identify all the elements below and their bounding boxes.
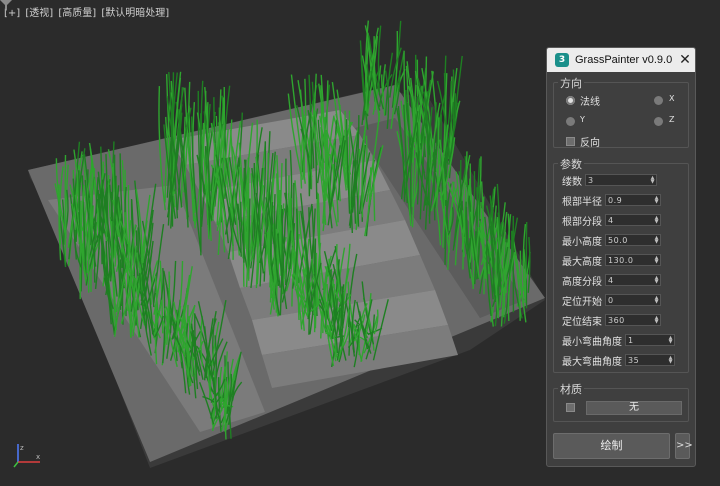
reverse-label: 反向 [580,138,600,149]
material-group-label: 材质 [558,381,584,397]
panel-titlebar[interactable]: 3 GrassPainter v0.9.0 ✕ [547,48,695,72]
radio-normal[interactable] [566,96,575,105]
param-label: 最大高度 [562,256,602,268]
radio-x-label: X [669,94,675,103]
grass-blade [64,155,67,237]
param-label: 定位开始 [562,296,602,308]
param-row-height-segments: 高度分段 4 ▲ ▼ [562,273,661,288]
orient-end-spinner[interactable]: 360 ▲ ▼ [605,314,661,326]
orient-start-spinner[interactable]: 0 ▲ ▼ [605,294,661,306]
radio-normal-label: 法线 [580,97,600,108]
param-row-max-height: 最大高度 130.0 ▲ ▼ [562,253,661,268]
param-label: 高度分段 [562,276,602,288]
viewport-menu: [+] [透视] [高质量] [默认明暗处理] [4,4,171,19]
viewport-menu-perspective[interactable]: [透视] [25,8,53,19]
min-height-spinner[interactable]: 50.0 ▲ ▼ [605,234,661,246]
xyz-gizmo-icon: z x [13,444,40,468]
param-row-orient-end: 定位结束 360 ▲ ▼ [562,313,661,328]
param-label: 缕数 [562,176,582,188]
direction-group: 方向 法线 X Y Z 反向 [553,75,689,149]
material-button[interactable]: 无 [586,401,682,415]
radio-z-label: Z [669,115,675,124]
param-label: 最大弯曲角度 [562,356,622,368]
count-spinner[interactable]: 3 ▲ ▼ [585,174,657,186]
param-label: 最小高度 [562,236,602,248]
param-label: 根部分段 [562,216,602,228]
close-icon[interactable]: ✕ [675,52,695,68]
material-checkbox[interactable] [566,403,575,412]
param-label: 定位结束 [562,316,602,328]
param-row-min-bend: 最小弯曲角度 1 ▲ ▼ [562,333,675,348]
funnel-icon[interactable] [0,0,12,11]
params-group-label: 参数 [558,156,584,172]
root-segments-spinner[interactable]: 4 ▲ ▼ [605,214,661,226]
param-row-orient-start: 定位开始 0 ▲ ▼ [562,293,661,308]
more-button[interactable]: >> [675,433,693,459]
svg-text:x: x [36,453,40,461]
reverse-checkbox[interactable] [566,137,575,146]
params-group: 参数 缕数 3 ▲ ▼ 根部半径 0.9 ▲ ▼ 根部分段 4 ▲ ▼ 最小高度 50.0 ▲… [553,156,689,373]
param-row-max-bend: 最大弯曲角度 35 ▲ ▼ [562,353,675,368]
max-bend-spinner[interactable]: 35 ▲ ▼ [625,354,675,366]
svg-text:z: z [20,444,24,452]
app-icon: 3 [555,53,569,67]
radio-z[interactable] [654,117,663,126]
panel-title: GrassPainter v0.9.0 [575,54,673,66]
radio-y-label: Y [580,115,585,124]
max-height-spinner[interactable]: 130.0 ▲ ▼ [605,254,661,266]
param-row-root-radius: 根部半径 0.9 ▲ ▼ [562,193,661,208]
param-label: 根部半径 [562,196,602,208]
min-bend-spinner[interactable]: 1 ▲ ▼ [625,334,675,346]
grass-blade [377,25,382,96]
root-radius-spinner[interactable]: 0.9 ▲ ▼ [605,194,661,206]
grasspainter-panel: 3 GrassPainter v0.9.0 ✕ 方向 法线 X Y Z 反向 参… [546,47,696,467]
param-row-min-height: 最小高度 50.0 ▲ ▼ [562,233,661,248]
viewport-menu-shading[interactable]: [默认明暗处理] [101,8,169,19]
radio-y[interactable] [566,117,575,126]
radio-x[interactable] [654,96,663,105]
draw-button[interactable]: 绘制 [553,433,670,459]
material-group: 材质 无 [553,381,689,422]
direction-group-label: 方向 [558,75,584,91]
param-label: 最小弯曲角度 [562,336,622,348]
param-row-root-segments: 根部分段 4 ▲ ▼ [562,213,661,228]
viewport-menu-quality[interactable]: [高质量] [58,8,96,19]
height-segments-spinner[interactable]: 4 ▲ ▼ [605,274,661,286]
param-row-count: 缕数 3 ▲ ▼ [562,173,657,188]
